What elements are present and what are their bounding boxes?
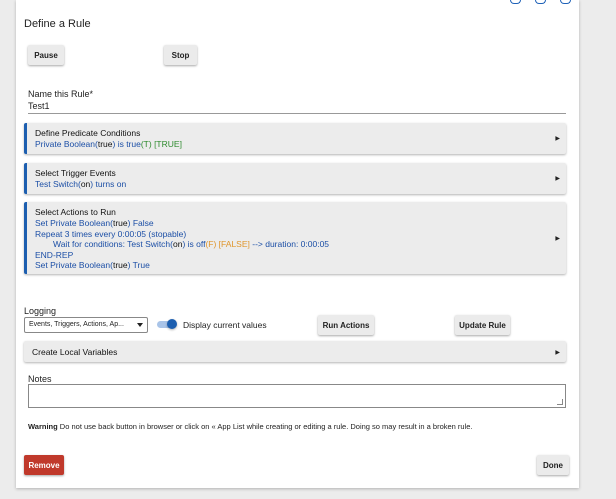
settings-icon[interactable] <box>535 0 546 4</box>
rule-page: Define a Rule Pause Stop Name this Rule*… <box>16 0 579 488</box>
display-values-toggle[interactable] <box>157 319 177 329</box>
local-variables-section[interactable]: Create Local Variables ▶ <box>24 341 566 362</box>
action-line-4: END-REP <box>35 250 74 260</box>
logging-select[interactable]: Events, Triggers, Actions, Ap... <box>24 317 148 333</box>
triggers-heading: Select Trigger Events <box>35 168 116 178</box>
expand-arrow-icon: ▶ <box>555 350 560 356</box>
notes-label: Notes <box>28 374 52 384</box>
actions-section[interactable]: Select Actions to Run Set Private Boolea… <box>24 202 566 274</box>
logging-label: Logging <box>24 306 57 316</box>
remove-button[interactable]: Remove <box>24 455 64 475</box>
warning-text: Do not use back button in browser or cli… <box>57 422 473 431</box>
menu-icon[interactable] <box>560 0 571 4</box>
dropdown-caret-icon <box>137 323 143 327</box>
predicate-condition-line: Private Boolean(true) is true(T) [TRUE] <box>35 139 182 149</box>
action-line-3: Wait for conditions: Test Switch(on) is … <box>53 239 330 249</box>
warning-title: Warning <box>28 422 58 431</box>
top-toolbar <box>510 0 571 6</box>
predicate-conditions-section[interactable]: Define Predicate Conditions Private Bool… <box>24 123 566 154</box>
expand-arrow-icon: ▶ <box>555 176 560 182</box>
trigger-line: Test Switch(on) turns on <box>35 179 127 189</box>
page-title: Define a Rule <box>24 18 91 30</box>
rule-name-underline <box>28 113 566 114</box>
pause-button[interactable]: Pause <box>28 45 64 65</box>
expand-arrow-icon: ▶ <box>555 236 560 242</box>
done-button[interactable]: Done <box>537 455 569 475</box>
action-line-1: Set Private Boolean(true) False <box>35 218 154 228</box>
warning-message: Warning Do not use back button in browse… <box>28 422 473 431</box>
actions-heading: Select Actions to Run <box>35 207 116 217</box>
expand-arrow-icon: ▶ <box>555 136 560 142</box>
predicate-heading: Define Predicate Conditions <box>35 128 141 138</box>
trigger-events-section[interactable]: Select Trigger Events Test Switch(on) tu… <box>24 163 566 194</box>
toggle-knob <box>167 319 177 329</box>
rule-name-input[interactable]: Test1 <box>28 101 50 111</box>
display-values-label: Display current values <box>183 320 267 330</box>
local-variables-heading: Create Local Variables <box>32 347 118 357</box>
update-rule-button[interactable]: Update Rule <box>455 315 510 335</box>
action-line-2: Repeat 3 times every 0:00:05 (stopable) <box>35 229 187 239</box>
resize-grip-icon[interactable] <box>557 399 563 405</box>
logging-selected-value: Events, Triggers, Actions, Ap... <box>29 321 124 328</box>
rule-name-label: Name this Rule* <box>28 89 94 99</box>
stop-button[interactable]: Stop <box>164 45 197 65</box>
run-actions-button[interactable]: Run Actions <box>318 315 374 335</box>
help-icon[interactable] <box>510 0 521 4</box>
action-line-5: Set Private Boolean(true) True <box>35 260 150 270</box>
notes-textarea[interactable] <box>28 384 566 408</box>
